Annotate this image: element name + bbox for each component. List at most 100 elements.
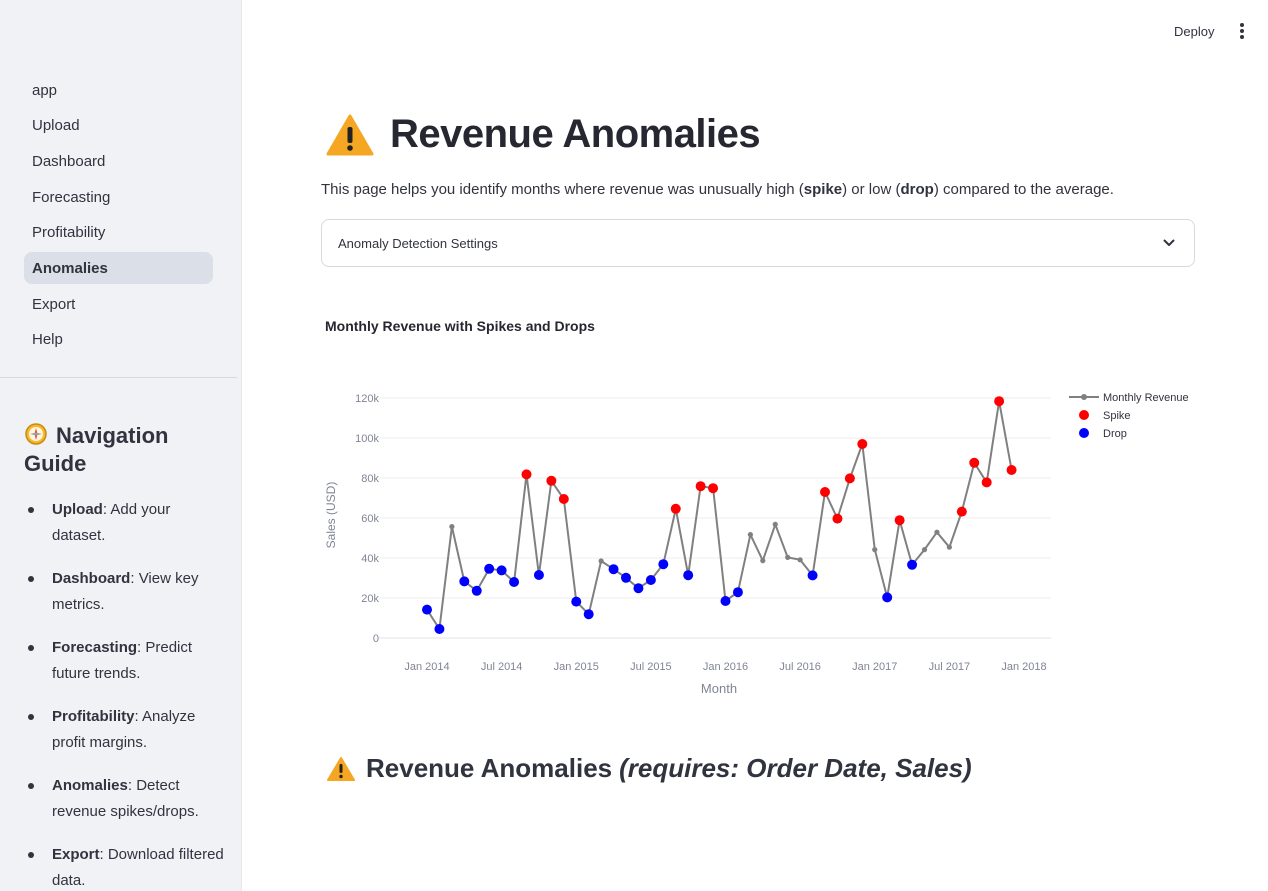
intro-text: This page helps you identify months wher…	[321, 181, 1114, 198]
intro-part: ) compared to the average.	[933, 181, 1114, 198]
point-drop	[807, 570, 818, 581]
x-tick-label: Jul 2014	[481, 661, 523, 673]
point-monthly-revenue	[785, 554, 791, 560]
point-spike	[857, 439, 868, 449]
sidebar-item-anomalies[interactable]: Anomalies	[24, 252, 213, 285]
point-spike	[546, 475, 557, 486]
revenue-anomaly-chart: Monthly Revenue with Spikes and Drops 02…	[321, 300, 1201, 710]
series-line-monthly-revenue	[426, 401, 1013, 632]
point-drop	[645, 575, 656, 585]
y-tick-label: 40k	[361, 553, 379, 565]
point-spike	[708, 483, 719, 494]
sidebar-item-label: Dashboard	[32, 152, 106, 170]
list-item: Dashboard: View key metrics.	[24, 566, 224, 617]
point-monthly-revenue	[598, 558, 604, 564]
point-spike	[969, 457, 980, 468]
legend-marker-monthly-revenue	[1081, 394, 1087, 400]
sidebar-item-profitability[interactable]: Profitability	[24, 217, 213, 249]
point-monthly-revenue	[946, 544, 952, 550]
x-tick-label: Jan 2014	[404, 661, 449, 673]
y-tick-label: 20k	[361, 593, 379, 605]
legend-label-drop: Drop	[1103, 428, 1127, 440]
legend-label-spike: Spike	[1103, 410, 1131, 422]
sidebar-item-upload[interactable]: Upload	[24, 110, 213, 142]
x-tick-label: Jan 2016	[703, 661, 748, 673]
point-drop	[907, 559, 918, 570]
list-item: Forecasting: Predict future trends.	[24, 635, 224, 686]
point-spike	[695, 481, 706, 492]
point-spike	[558, 494, 569, 504]
intro-drop: drop	[900, 181, 934, 198]
sidebar-item-help[interactable]: Help	[24, 324, 213, 356]
section-title: Revenue Anomalies (requires: Order Date, …	[326, 753, 972, 784]
sidebar-item-label: Help	[32, 331, 63, 349]
point-drop	[471, 585, 482, 596]
x-tick-label: Jan 2017	[852, 661, 897, 673]
point-spike	[844, 473, 855, 484]
sidebar-item-label: Export	[32, 295, 76, 313]
anomaly-settings-expander[interactable]: Anomaly Detection Settings	[321, 219, 1195, 267]
intro-part: This page helps you identify months wher…	[321, 181, 804, 198]
warning-icon	[327, 756, 355, 781]
x-tick-label: Jul 2015	[630, 661, 672, 673]
expander-label: Anomaly Detection Settings	[338, 235, 498, 251]
app-window: app Upload Dashboard Forecasting Profita…	[0, 0, 1268, 891]
x-tick-label: Jan 2015	[554, 661, 599, 673]
point-spike	[521, 469, 532, 480]
sidebar-item-forecasting[interactable]: Forecasting	[24, 181, 213, 213]
y-tick-label: 60k	[361, 513, 379, 525]
legend-marker-spike	[1079, 410, 1089, 420]
chart-svg: 0 20k 40k 60k 80k 100k 120k Jan 2014 Jul 2014 Jan…	[324, 392, 1189, 696]
point-drop	[484, 563, 495, 574]
x-tick-label: Jan 2018	[1001, 661, 1046, 673]
sidebar-item-label: Profitability	[32, 224, 106, 242]
point-monthly-revenue	[747, 532, 753, 538]
point-spike	[832, 513, 843, 524]
point-monthly-revenue	[760, 558, 766, 564]
sidebar-item-label: Upload	[32, 117, 80, 135]
point-spike	[981, 477, 992, 488]
sidebar-item-dashboard[interactable]: Dashboard	[24, 145, 213, 177]
point-drop	[720, 596, 731, 606]
warning-icon	[326, 114, 374, 155]
point-drop	[621, 572, 631, 583]
sidebar-item-label: app	[32, 81, 58, 99]
y-tick-label: 100k	[355, 433, 379, 445]
guide-term: Dashboard	[52, 570, 131, 587]
point-spike	[994, 396, 1005, 407]
guide-term: Export	[52, 846, 100, 863]
point-drop	[533, 570, 544, 580]
sidebar-item-label: Forecasting	[32, 188, 111, 206]
point-drop	[583, 609, 594, 620]
point-monthly-revenue	[772, 521, 778, 527]
page-title-text: Revenue Anomalies	[390, 112, 761, 156]
y-axis-label: Sales (USD)	[324, 482, 338, 549]
sidebar-item-label: Anomalies	[32, 259, 108, 277]
guide-term: Profitability	[52, 708, 135, 725]
list-item: Profitability: Analyze profit margins.	[24, 704, 224, 755]
point-spike	[820, 487, 830, 497]
guide-term: Upload	[52, 501, 103, 518]
intro-part: ) or low (	[842, 181, 901, 198]
sidebar-item-export[interactable]: Export	[24, 288, 213, 320]
sidebar-nav: app Upload Dashboard Forecasting Profita…	[24, 74, 213, 360]
list-item: Anomalies: Detect revenue spikes/drops.	[24, 773, 224, 824]
section-title-text: Revenue Anomalies	[366, 753, 613, 783]
point-drop	[608, 564, 619, 575]
y-tick-label: 0	[373, 633, 379, 645]
navigation-guide-list: Upload: Add your dataset. Dashboard: Vie…	[24, 497, 224, 891]
point-drop	[633, 583, 644, 594]
x-tick-label: Jul 2016	[779, 661, 821, 673]
y-tick-label: 120k	[355, 393, 379, 405]
legend-label-monthly-revenue: Monthly Revenue	[1103, 392, 1189, 404]
section-subtitle: (requires: Order Date, Sales)	[619, 753, 972, 783]
point-spike	[956, 506, 967, 517]
list-item: Export: Download filtered data.	[24, 842, 224, 891]
compass-icon	[25, 423, 47, 445]
list-item: Upload: Add your dataset.	[24, 497, 224, 548]
sidebar-item-app[interactable]: app	[24, 74, 213, 106]
point-monthly-revenue	[934, 529, 940, 535]
point-drop	[658, 559, 669, 570]
x-axis-label: Month	[701, 681, 737, 696]
point-monthly-revenue	[797, 557, 803, 563]
